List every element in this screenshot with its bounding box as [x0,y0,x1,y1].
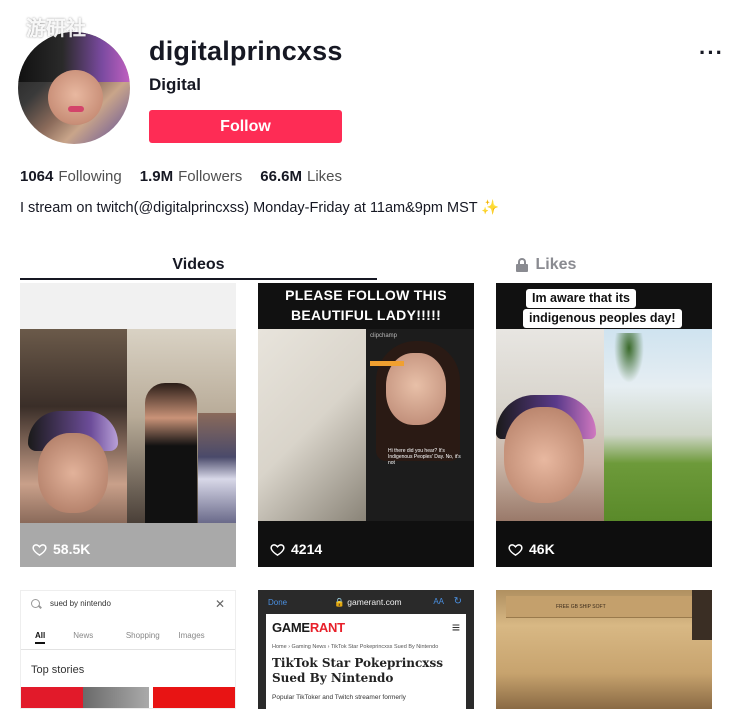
video-person [145,383,197,523]
tab-videos[interactable]: Videos [20,250,377,280]
heart-icon [32,543,47,556]
filter-all: All [35,631,46,644]
tab-videos-label: Videos [172,256,225,273]
video-box-corner [692,590,712,640]
video-search-query: sued by nintendo [50,599,111,608]
avatar-face [48,70,103,125]
video-site-logo: GAMERANT [272,620,345,635]
video-done-label: Done [268,598,288,607]
stat-likes: 66.6M Likes [260,168,342,185]
video-overlay-text: Hi there did you hear? It's Indigenous P… [388,448,461,466]
video-box-text: FREE GB SHIP SOFT [556,604,606,610]
video-left-wall [258,329,366,521]
tab-likes[interactable]: Likes [377,250,715,280]
video-thumb-area [20,283,236,329]
video-card-4[interactable]: sued by nintendo ✕ All News Shopping Ima… [20,590,236,709]
likes-count: 66.6M [260,168,302,185]
video-webpage: GAMERANT ≡ Home › Gaming News › TikTok S… [266,614,466,709]
video-card-6[interactable]: FREE GB SHIP SOFT [496,590,712,709]
video-url: 🔒 gamerant.com [334,597,402,607]
video-url-text: gamerant.com [347,597,402,607]
video-logo-game: GAME [272,620,310,635]
followers-count: 1.9M [139,168,174,185]
video-caption-line2: BEAUTIFUL LADY!!!!! [290,307,442,323]
video-story-thumb-3 [153,687,235,708]
video-top-stories: Top stories [31,664,85,676]
following-label: Following [58,168,122,185]
video-like-value: 4214 [291,541,323,557]
video-card-2[interactable]: PLEASE FOLLOW THIS BEAUTIFUL LADY!!!!! c… [258,283,474,567]
video-search-bar: sued by nintendo ✕ [31,597,225,611]
stat-followers[interactable]: 1.9M Followers [140,168,243,185]
video-like-value: 46K [529,541,555,557]
video-left-face [38,433,108,513]
video-like-count: 58.5K [32,541,90,557]
profile-tabs: Videos Likes [20,250,715,280]
video-text-bubble-2: indigenous peoples day! [523,309,682,328]
filter-news: News [73,631,94,640]
reload-icon: ↻ [453,596,462,607]
video-tag-strip [370,361,404,366]
video-breadcrumb: Home › Gaming News › TikTok Star Pokepri… [272,644,439,650]
avatar[interactable] [18,32,130,144]
video-search-filters: All News Shopping Images [35,631,231,644]
following-count: 1064 [20,168,54,185]
video-logo-rant: RANT [309,620,345,635]
video-text-bubble-1: Im aware that its [526,289,636,308]
video-palm-tree [614,333,644,383]
video-caption-line1: PLEASE FOLLOW THIS [285,287,447,303]
video-aa-label: AA [433,597,444,606]
more-options-icon[interactable]: ··· [699,40,724,66]
stat-following[interactable]: 1064 Following [20,168,122,185]
avatar-lips [68,106,84,112]
likes-label: Likes [307,168,343,185]
close-icon: ✕ [214,597,225,611]
video-story-thumb-1 [21,687,83,708]
heart-icon [508,543,523,556]
lock-icon [515,258,528,272]
video-card-1[interactable]: 58.5K [20,283,236,567]
video-browser-bar: Done 🔒 gamerant.com AA ↻ [258,590,474,614]
video-watermark: clipchamp [370,333,398,339]
video-subtext: Popular TikToker and Twitch streamer for… [272,694,406,701]
heart-icon [270,543,285,556]
video-headline: TikTok Star Pokeprincxss Sued By Nintend… [272,656,443,685]
profile-bio: I stream on twitch(@digitalprincxss) Mon… [20,200,500,216]
video-card-3[interactable]: Im aware that its indigenous peoples day… [496,283,712,567]
follow-button[interactable]: Follow [149,110,342,143]
video-like-value: 58.5K [53,541,91,557]
profile-nickname: Digital [149,75,201,94]
video-divider [21,649,235,650]
video-left-face [504,407,584,503]
watermark-logo: 游研社 [26,18,86,40]
video-story-thumb-2 [83,687,149,708]
video-card-5[interactable]: Done 🔒 gamerant.com AA ↻ GAMERANT ≡ Home… [258,590,474,709]
search-icon [31,599,40,608]
profile-username: digitalprincxss [149,36,343,66]
filter-shopping: Shopping [125,631,160,640]
menu-icon: ≡ [451,619,460,635]
video-caption: PLEASE FOLLOW THIS BEAUTIFUL LADY!!!!! [258,285,474,325]
video-person-2 [198,413,236,523]
profile-stats: 1064 Following 1.9M Followers 66.6M Likes [20,168,342,185]
video-like-count: 4214 [270,541,322,557]
tab-likes-label: Likes [535,256,577,273]
filter-images: Images [178,631,205,640]
tab-active-underline [20,278,377,280]
followers-label: Followers [178,168,243,185]
video-like-count: 46K [508,541,555,557]
